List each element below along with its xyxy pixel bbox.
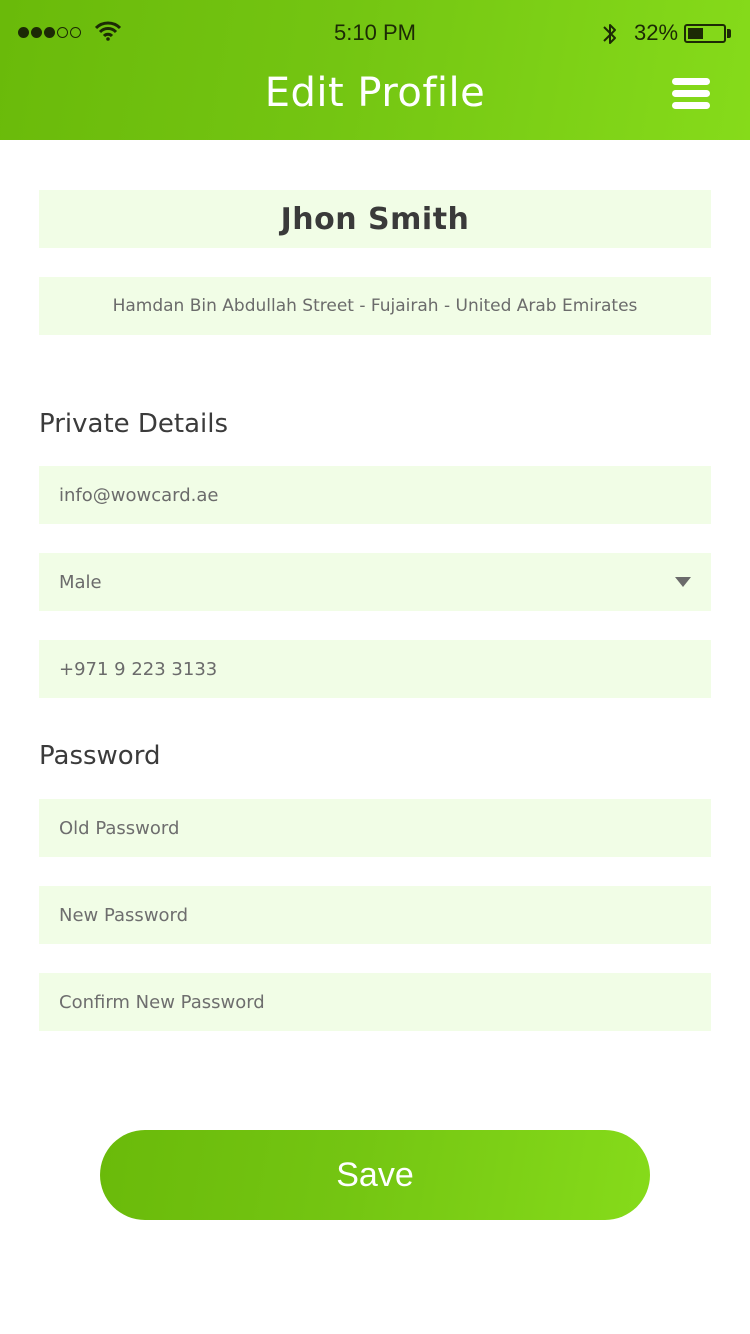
name-field[interactable] (39, 190, 711, 248)
hamburger-menu-icon[interactable] (672, 78, 712, 110)
email-field[interactable] (39, 466, 711, 524)
password-heading: Password (39, 741, 161, 771)
address-field[interactable] (39, 277, 711, 335)
app-header: 5:10 PM 32% Edit Profile (0, 0, 750, 140)
gender-select-value: Male (59, 571, 102, 593)
bluetooth-icon (603, 24, 616, 44)
confirm-password-field[interactable] (39, 973, 711, 1031)
page-title: Edit Profile (264, 70, 486, 116)
gender-select[interactable]: Male (39, 553, 711, 611)
private-details-heading: Private Details (39, 409, 229, 439)
battery-icon (684, 24, 726, 43)
phone-field[interactable] (39, 640, 711, 698)
dropdown-arrow-icon (675, 577, 691, 587)
old-password-field[interactable] (39, 799, 711, 857)
new-password-field[interactable] (39, 886, 711, 944)
battery-percent: 32% (634, 20, 679, 45)
status-bar: 5:10 PM 32% (0, 0, 750, 66)
save-button[interactable]: Save (100, 1130, 650, 1220)
